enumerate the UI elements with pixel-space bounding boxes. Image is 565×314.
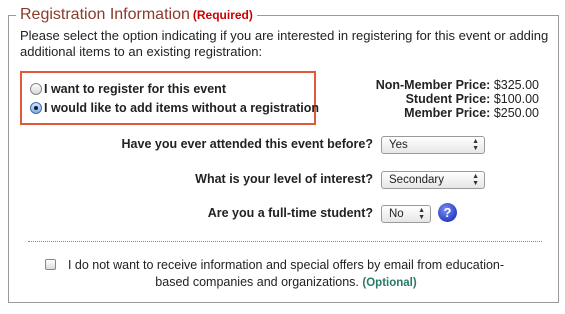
section-legend: Registration Information (Required) <box>16 6 257 24</box>
interest-question-label: What is your level of interest? <box>195 172 373 186</box>
student-select-value: No <box>389 208 404 220</box>
price-value: $250.00 <box>493 106 539 120</box>
attended-question-label: Have you ever attended this event before… <box>121 137 373 151</box>
student-select[interactable]: No ▲ ▼ <box>381 205 431 223</box>
price-value: $100.00 <box>493 92 539 106</box>
option-register[interactable]: I want to register for this event <box>30 80 226 98</box>
registration-type-group: I want to register for this event I woul… <box>20 71 319 125</box>
price-row: Non-Member Price: $325.00 <box>376 78 539 92</box>
price-label: Non-Member Price: <box>375 78 491 92</box>
interest-select[interactable]: Secondary ▲ ▼ <box>381 171 485 189</box>
price-value: $325.00 <box>493 78 539 92</box>
attended-select[interactable]: Yes ▲ ▼ <box>381 136 485 154</box>
price-label: Student Price: <box>405 92 491 106</box>
select-arrows-icon: ▲ ▼ <box>472 138 479 152</box>
select-arrows-icon: ▲ ▼ <box>418 207 425 221</box>
section-divider <box>28 241 542 242</box>
price-label: Member Price: <box>404 106 491 120</box>
attended-select-value: Yes <box>389 139 408 151</box>
price-row: Member Price: $250.00 <box>376 106 539 120</box>
select-arrows-icon: ▲ ▼ <box>472 173 479 187</box>
section-title: Registration Information <box>20 6 190 23</box>
student-question-label: Are you a full-time student? <box>207 206 373 220</box>
price-row: Student Price: $100.00 <box>376 92 539 106</box>
option-add-items-label: I would like to add items without a regi… <box>44 101 320 115</box>
optional-note: (Optional) <box>362 277 417 289</box>
interest-select-value: Secondary <box>389 174 444 186</box>
option-add-items[interactable]: I would like to add items without a regi… <box>30 99 319 117</box>
option-register-label: I want to register for this event <box>44 82 226 96</box>
required-note: (Required) <box>192 8 253 22</box>
optout-text: I do not want to receive information and… <box>67 258 505 289</box>
radio-register[interactable] <box>30 83 42 95</box>
optout-label: I do not want to receive information and… <box>57 257 515 292</box>
optout-checkbox[interactable] <box>45 259 56 270</box>
price-list: Non-Member Price: $325.00 Student Price:… <box>376 78 539 120</box>
help-icon[interactable]: ? <box>438 203 457 222</box>
radio-add-items[interactable] <box>30 102 42 114</box>
instructions-text: Please select the option indicating if y… <box>20 28 549 59</box>
